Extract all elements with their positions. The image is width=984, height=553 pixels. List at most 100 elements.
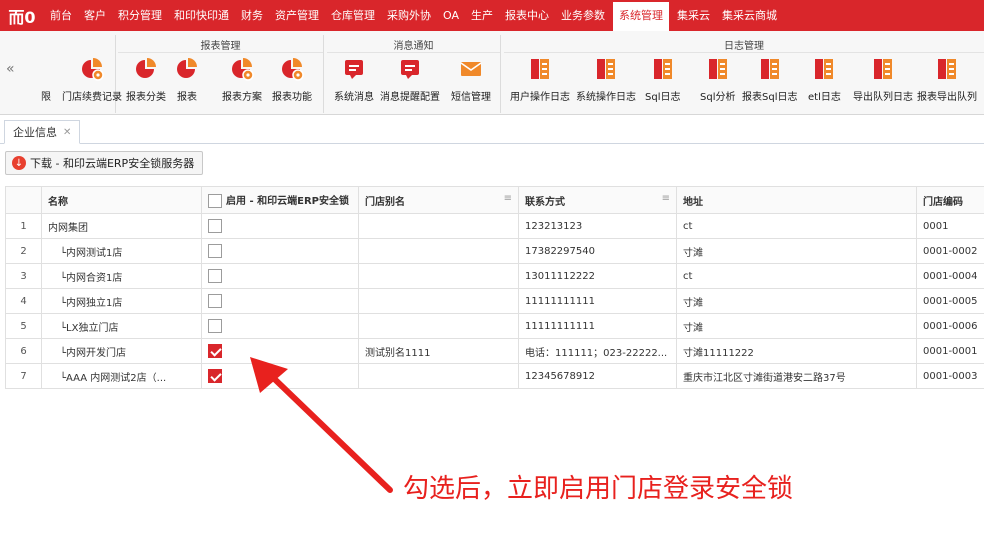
enable-lock-checkbox[interactable] [208,319,222,333]
cell-enabled[interactable] [201,288,359,314]
cell-enabled[interactable] [201,238,359,264]
cell-name[interactable]: └内网独立1店 [41,288,202,314]
cell-name[interactable]: └内网开发门店 [41,338,202,364]
cell-code[interactable]: 0001-0002 [916,238,984,264]
ribbon-button[interactable]: 报表Sql日志 [742,57,797,103]
cell-code[interactable]: 0001-0005 [916,288,984,314]
table-row[interactable]: 1 内网集团 123213123 ct 0001 [5,213,984,239]
column-menu-icon[interactable]: ≡ [662,193,670,204]
cell-contact[interactable]: 17382297540 [518,238,677,264]
cell-enabled[interactable] [201,363,359,389]
nav-item[interactable]: 财务 [235,0,269,31]
cell-name[interactable]: └AAA 内网测试2店（... [41,363,202,389]
nav-item[interactable]: 客户 [78,0,112,31]
ribbon-button[interactable]: etl日志 [808,57,841,103]
cell-contact[interactable]: 13011112222 [518,263,677,289]
cell-name[interactable]: └内网测试1店 [41,238,202,264]
table-row[interactable]: 3 └内网合资1店 13011112222 ct 0001-0004 [5,263,984,289]
table-row[interactable]: 6 └内网开发门店 测试别名1111 电话：111111；023-22222... 寸滩… [5,338,984,364]
cell-code[interactable]: 0001-0001 [916,338,984,364]
enable-lock-checkbox[interactable] [208,269,222,283]
cell-alias[interactable] [358,263,519,289]
cell-contact[interactable]: 11111111111 [518,313,677,339]
cell-contact[interactable]: 12345678912 [518,363,677,389]
cell-address[interactable]: 寸滩 [676,238,917,264]
enable-lock-checkbox[interactable] [208,344,222,358]
cell-address[interactable]: 重庆市江北区寸滩街道港安二路37号 [676,363,917,389]
cell-alias[interactable] [358,288,519,314]
table-row[interactable]: 5 └LX独立门店 11111111111 寸滩 0001-0006 [5,313,984,339]
ribbon-button[interactable]: 导出队列日志 [853,57,913,103]
nav-item[interactable]: 仓库管理 [325,0,381,31]
cell-alias[interactable] [358,238,519,264]
close-icon[interactable]: ✕ [63,127,71,138]
nav-item[interactable]: 报表中心 [499,0,555,31]
cell-code[interactable]: 0001-0003 [916,363,984,389]
ribbon-button[interactable]: 报表导出队列 [917,57,977,103]
nav-item[interactable]: 和印快印通 [168,0,235,31]
ribbon-button[interactable]: 报表功能 [272,57,312,103]
ribbon-button[interactable]: 用户操作日志 [510,57,570,103]
cell-alias[interactable]: 测试别名1111 [358,338,519,364]
ribbon-button[interactable]: Sql分析 [700,57,735,103]
nav-item[interactable]: OA [437,0,465,31]
column-menu-icon[interactable]: ≡ [504,193,512,204]
cell-code[interactable]: 0001 [916,213,984,239]
enable-lock-checkbox[interactable] [208,244,222,258]
nav-item[interactable]: 资产管理 [269,0,325,31]
ribbon-button[interactable]: 系统操作日志 [576,57,636,103]
cell-enabled[interactable] [201,313,359,339]
nav-item[interactable]: 系统管理 [613,0,669,31]
select-all-checkbox[interactable] [208,194,222,208]
cell-address[interactable]: ct [676,263,917,289]
table-row[interactable]: 4 └内网独立1店 11111111111 寸滩 0001-0005 [5,288,984,314]
cell-name[interactable]: 内网集团 [41,213,202,239]
download-button[interactable]: ↓ 下载 - 和印云端ERP安全锁服务器 [5,151,204,175]
cell-contact[interactable]: 11111111111 [518,288,677,314]
ribbon-button[interactable]: 报表分类 [126,57,166,103]
column-header-contact[interactable]: 联系方式 ≡ [518,186,677,214]
nav-item[interactable]: 前台 [44,0,78,31]
cell-address[interactable]: 寸滩 [676,313,917,339]
ribbon-button[interactable]: 短信管理 [451,57,491,103]
enable-lock-checkbox[interactable] [208,219,222,233]
app-logo[interactable]: 而0 [0,0,44,31]
ribbon-button[interactable]: 限 [34,57,58,103]
table-row[interactable]: 7 └AAA 内网测试2店（... 12345678912 重庆市江北区寸滩街道港安二… [5,363,984,389]
ribbon-button[interactable]: 系统消息 [334,57,374,103]
ribbon-button[interactable]: 报表方案 [222,57,262,103]
column-header-code[interactable]: 门店编码 [916,186,984,214]
cell-name[interactable]: └LX独立门店 [41,313,202,339]
nav-item[interactable]: 集采云商城 [716,0,783,31]
tab-company-info[interactable]: 企业信息 ✕ [4,120,81,144]
ribbon-button[interactable]: Sql日志 [645,57,680,103]
ribbon-button[interactable]: 消息提醒配置 [380,57,440,103]
cell-address[interactable]: ct [676,213,917,239]
nav-item[interactable]: 集采云 [671,0,716,31]
nav-item[interactable]: 业务参数 [555,0,611,31]
cell-name[interactable]: └内网合资1店 [41,263,202,289]
cell-enabled[interactable] [201,338,359,364]
column-header-address[interactable]: 地址 [676,186,917,214]
ribbon-button[interactable]: 报表 [175,57,199,103]
enable-lock-checkbox[interactable] [208,369,222,383]
cell-alias[interactable] [358,313,519,339]
cell-code[interactable]: 0001-0006 [916,313,984,339]
nav-item[interactable]: 积分管理 [112,0,168,31]
table-row[interactable]: 2 └内网测试1店 17382297540 寸滩 0001-0002 [5,238,984,264]
column-header-name[interactable]: 名称 [41,186,202,214]
cell-code[interactable]: 0001-0004 [916,263,984,289]
cell-address[interactable]: 寸滩11111222 [676,338,917,364]
cell-contact[interactable]: 123213123 [518,213,677,239]
cell-address[interactable]: 寸滩 [676,288,917,314]
column-header-alias[interactable]: 门店别名 ≡ [358,186,519,214]
cell-enabled[interactable] [201,213,359,239]
enable-lock-checkbox[interactable] [208,294,222,308]
cell-alias[interactable] [358,363,519,389]
nav-item[interactable]: 生产 [465,0,499,31]
ribbon-scroll-left-icon[interactable]: « [6,61,15,77]
column-header-enabled[interactable]: 启用 - 和印云端ERP安全锁 [201,186,359,214]
ribbon-button[interactable]: 门店续费记录 [62,57,122,103]
cell-alias[interactable] [358,213,519,239]
cell-contact[interactable]: 电话：111111；023-22222... [518,338,677,364]
